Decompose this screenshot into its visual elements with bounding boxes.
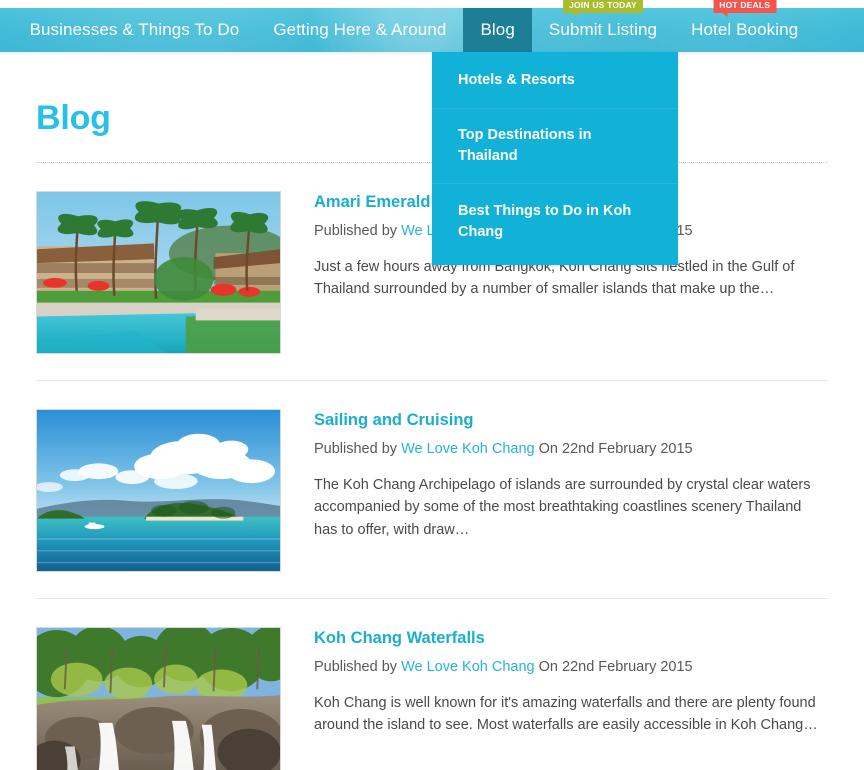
post-meta-prefix: Published by: [314, 222, 402, 239]
post-excerpt: Koh Chang is well known for it's amazing…: [314, 694, 818, 734]
post-meta-prefix: Published by: [314, 658, 402, 675]
blog-post-item: Sailing and Cruising Published by We Lov…: [36, 380, 828, 572]
nav-item-businesses[interactable]: Businesses & Things To Do: [13, 8, 257, 52]
nav-item-label: Submit Listing: [548, 20, 658, 39]
blog-post-item: Koh Chang Waterfalls Published by We Lov…: [36, 598, 828, 770]
dropdown-item-label: Best Things to Do in Koh Chang: [458, 203, 632, 241]
post-excerpt: The Koh Chang Archipelago of islands are…: [314, 476, 811, 538]
post-body: Sailing and Cruising Published by We Lov…: [281, 409, 828, 541]
waterfall-image: [37, 628, 280, 770]
page-root: n Businesses & Things To Do Getting Here…: [0, 0, 864, 770]
nav-item-blog[interactable]: Blog: [463, 8, 532, 52]
nav-item-label: Hotel Booking: [691, 20, 799, 39]
nav-item-hotel-booking[interactable]: HOT DEALS Hotel Booking: [674, 0, 815, 52]
badge-hot-deals: HOT DEALS: [713, 0, 777, 17]
dropdown-item-hotels-resorts[interactable]: Hotels & Resorts: [432, 52, 678, 108]
nav-item-submit-listing[interactable]: JOIN US TODAY Submit Listing: [532, 0, 674, 52]
nav-item-getting-here[interactable]: Getting Here & Around: [256, 8, 463, 52]
post-thumbnail-waterfall[interactable]: [36, 627, 281, 770]
post-meta: Published by We Love Koh Chang On 22nd F…: [314, 440, 828, 459]
resort-image: [37, 192, 280, 353]
nav-item-label: Getting Here & Around: [273, 20, 447, 39]
dropdown-item-label: Hotels & Resorts: [458, 72, 575, 88]
dropdown-item-best-things-to-do[interactable]: Best Things to Do in Koh Chang: [432, 183, 678, 265]
post-meta: Published by We Love Koh Chang On 22nd F…: [314, 658, 828, 677]
nav-item-label: Blog: [480, 20, 515, 39]
post-body: Koh Chang Waterfalls Published by We Lov…: [281, 627, 828, 737]
nav-item-truncated[interactable]: n: [0, 8, 13, 52]
blog-dropdown-menu: Hotels & Resorts Top Destinations in Tha…: [432, 52, 678, 266]
post-title-link[interactable]: Koh Chang Waterfalls: [314, 629, 485, 649]
main-navigation: n Businesses & Things To Do Getting Here…: [0, 0, 864, 56]
nav-item-label: Businesses & Things To Do: [29, 20, 240, 39]
post-author-link[interactable]: We Love Koh Chang: [401, 441, 535, 457]
dropdown-item-label: Top Destinations in Thailand: [458, 127, 592, 165]
post-meta-suffix: On 22nd February 2015: [534, 440, 693, 457]
post-meta-suffix: On 22nd February 2015: [534, 658, 693, 675]
post-thumbnail-resort[interactable]: [36, 191, 281, 354]
post-title-link[interactable]: Sailing and Cruising: [314, 411, 474, 431]
dropdown-item-top-destinations[interactable]: Top Destinations in Thailand: [432, 108, 678, 183]
post-author-link[interactable]: We Love Koh Chang: [401, 659, 535, 675]
seascape-image: [37, 410, 280, 571]
post-thumbnail-seascape[interactable]: [36, 409, 281, 572]
post-meta-prefix: Published by: [314, 440, 402, 457]
badge-join-us-today: JOIN US TODAY: [563, 0, 643, 17]
